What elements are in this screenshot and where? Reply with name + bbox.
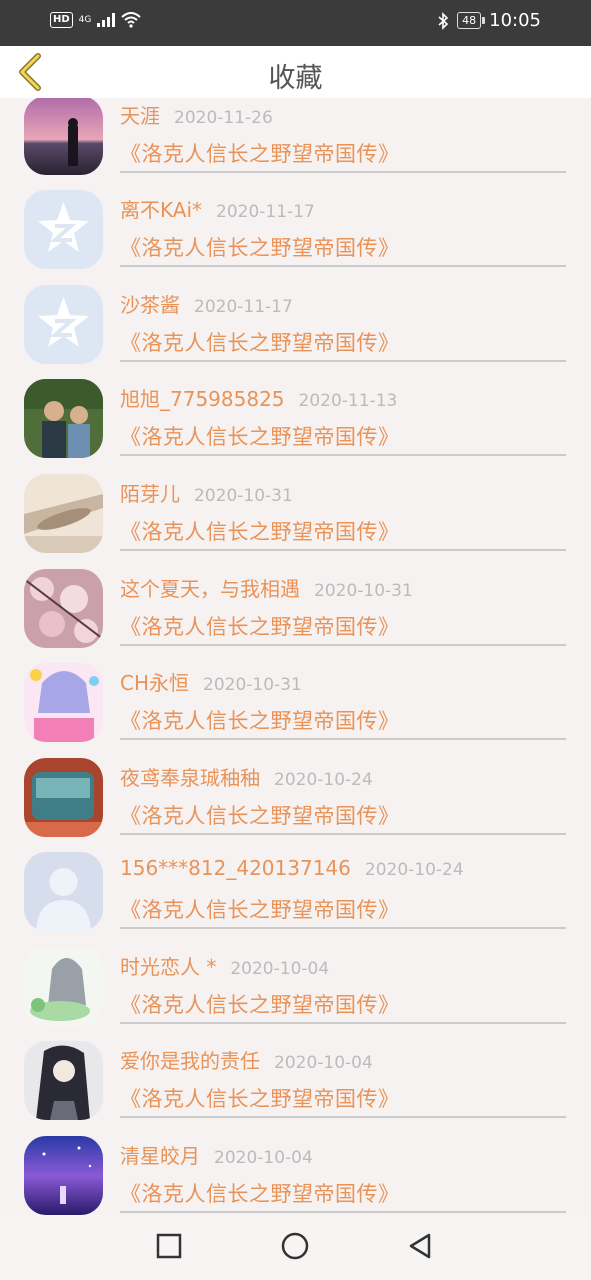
page-title: 收藏 [268,63,323,94]
date: 2020-10-24 [364,860,464,880]
default-user-icon [49,868,78,896]
book-title[interactable]: 《洛克人信长之野望帝国传》 [120,516,400,546]
date: 2020-10-04 [214,1148,313,1168]
status-bar: HD 4G 48 10:05 [0,0,591,46]
book-title[interactable]: 《洛克人信长之野望帝国传》 [120,421,400,451]
divider [120,454,566,456]
wifi-icon [121,12,142,28]
divider [120,833,566,835]
divider [120,927,566,929]
avatar[interactable] [24,190,103,269]
user-name: 清星皎月 2020-10-04 [120,1144,313,1168]
hd-icon: HD [50,12,73,28]
book-title[interactable]: 《洛克人信长之野望帝国传》 [120,1178,400,1208]
date: 2020-10-24 [274,770,373,790]
avatar[interactable] [24,947,103,1026]
book-title[interactable]: 《洛克人信长之野望帝国传》 [120,989,400,1019]
divider [120,549,566,551]
list-item[interactable]: 夜鸢奉泉珹秞秞 2020-10-24 《洛克人信长之野望帝国传》 [0,758,591,852]
avatar[interactable] [24,758,103,837]
user-name: 离不KAi* 2020-11-17 [120,198,315,222]
bluetooth-icon [438,11,449,30]
avatar[interactable] [24,1136,103,1215]
status-left: HD 4G [50,12,142,28]
user-name: 爱你是我的责任 2020-10-04 [120,1049,373,1073]
divider [120,360,566,362]
list-item[interactable]: 156***812_420137146 2020-10-24 《洛克人信长之野望帝… [0,852,591,946]
list-item[interactable]: 沙茶酱 2020-11-17 《洛克人信长之野望帝国传》 [0,285,591,379]
date: 2020-11-13 [298,391,398,411]
divider [120,1116,566,1118]
list-item[interactable]: 离不KAi* 2020-11-17 《洛克人信长之野望帝国传》 [0,190,591,284]
user-name: 夜鸢奉泉珹秞秞 2020-10-24 [120,766,373,790]
user-name: 时光恋人 * 2020-10-04 [120,955,330,979]
user-name: 这个夏天，与我相遇 2020-10-31 [120,577,413,601]
avatar[interactable] [24,569,103,648]
list-item[interactable]: CH永恒 2020-10-31 《洛克人信长之野望帝国传》 [0,663,591,757]
list-item[interactable]: 时光恋人 * 2020-10-04 《洛克人信长之野望帝国传》 [0,947,591,1041]
divider [120,171,566,173]
date: 2020-11-17 [194,297,293,317]
divider [120,644,566,646]
list-item[interactable]: 爱你是我的责任 2020-10-04 《洛克人信长之野望帝国传》 [0,1041,591,1135]
triangle-back-icon[interactable] [407,1232,433,1260]
divider [120,1211,566,1213]
divider [120,265,566,267]
book-title[interactable]: 《洛克人信长之野望帝国传》 [120,327,400,357]
date: 2020-11-26 [174,108,273,128]
avatar[interactable] [24,379,103,458]
book-title[interactable]: 《洛克人信长之野望帝国传》 [120,705,400,735]
book-title[interactable]: 《洛克人信长之野望帝国传》 [120,232,400,262]
date: 2020-10-31 [194,486,293,506]
list-item[interactable]: 旭旭_775985825 2020-11-13 《洛克人信长之野望帝国传》 [0,379,591,473]
user-name: 156***812_420137146 2020-10-24 [120,856,464,880]
list-item[interactable]: 陌芽儿 2020-10-31 《洛克人信长之野望帝国传》 [0,474,591,568]
user-name: 沙茶酱 2020-11-17 [120,293,293,317]
book-title[interactable]: 《洛克人信长之野望帝国传》 [120,138,400,168]
divider [120,1022,566,1024]
date: 2020-11-17 [216,202,315,222]
avatar[interactable] [24,663,103,742]
signal-icon [97,13,116,27]
clock: 10:05 [489,10,541,31]
date: 2020-10-31 [203,675,302,695]
header: 收藏 [0,46,591,98]
date: 2020-10-04 [230,959,330,979]
user-name: 天涯 2020-11-26 [120,104,273,128]
user-name: 陌芽儿 2020-10-31 [120,482,293,506]
book-title[interactable]: 《洛克人信长之野望帝国传》 [120,611,400,641]
avatar[interactable] [24,474,103,553]
user-name: CH永恒 2020-10-31 [120,671,302,695]
date: 2020-10-31 [314,581,413,601]
list-item[interactable]: 天涯 2020-11-26 《洛克人信长之野望帝国传》 [0,98,591,190]
book-title[interactable]: 《洛克人信长之野望帝国传》 [120,1083,400,1113]
avatar[interactable] [24,285,103,364]
list-item[interactable]: 清星皎月 2020-10-04 《洛克人信长之野望帝国传》 [0,1136,591,1215]
circle-icon[interactable] [281,1232,309,1260]
book-title[interactable]: 《洛克人信长之野望帝国传》 [120,894,400,924]
divider [120,738,566,740]
avatar[interactable] [24,852,103,931]
network-type: 4G [78,15,92,25]
book-title[interactable]: 《洛克人信长之野望帝国传》 [120,800,400,830]
favorites-list: 天涯 2020-11-26 《洛克人信长之野望帝国传》 离不KAi* 2020-11… [0,98,591,1215]
user-name: 旭旭_775985825 2020-11-13 [120,387,398,411]
avatar[interactable] [24,98,103,175]
battery-icon: 48 [457,12,486,29]
square-icon[interactable] [156,1233,182,1259]
list-item[interactable]: 这个夏天，与我相遇 2020-10-31 《洛克人信长之野望帝国传》 [0,569,591,663]
system-nav-bar [0,1215,591,1280]
date: 2020-10-04 [274,1053,373,1073]
avatar[interactable] [24,1041,103,1120]
status-right: 48 10:05 [437,10,541,31]
